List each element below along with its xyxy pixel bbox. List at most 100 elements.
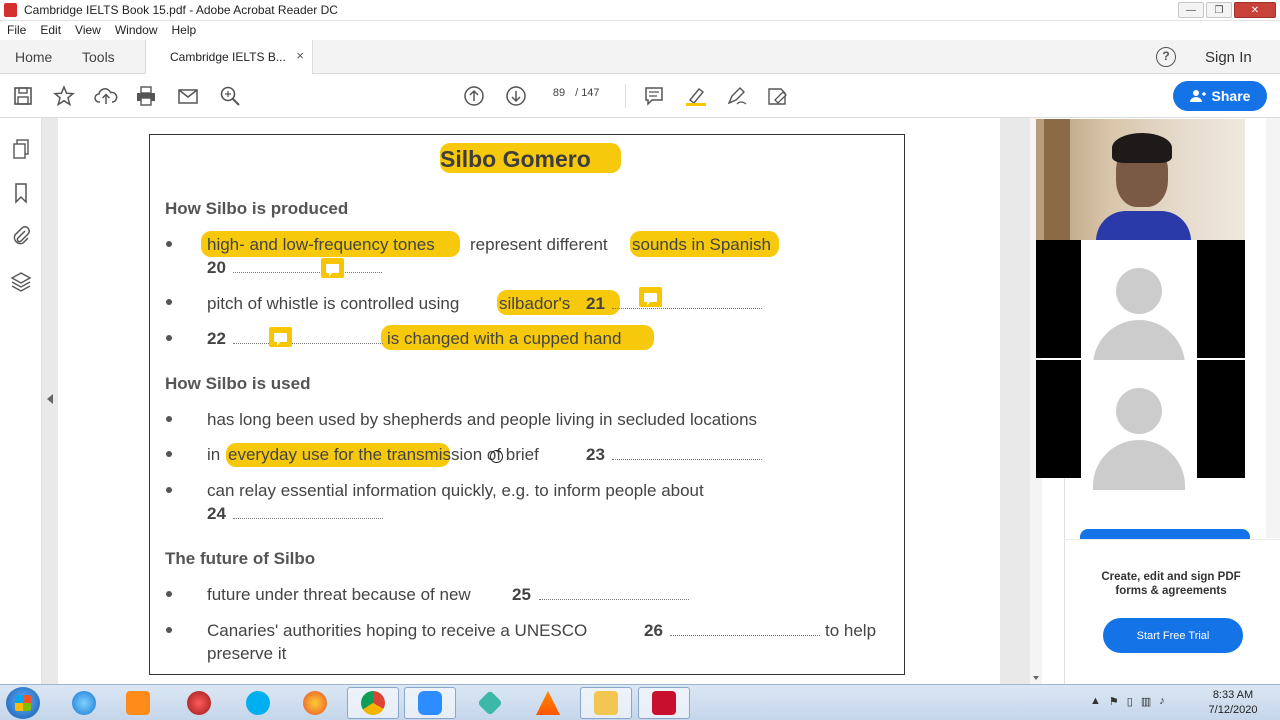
save-icon[interactable] (11, 84, 35, 108)
line-6-part-a: can relay essential information quickly,… (207, 481, 704, 500)
webcam-video-tile (1036, 119, 1245, 240)
document-title: Silbo Gomero (440, 146, 591, 172)
taskbar: ▲ ⚑ ▯ ▥ ♪ 8:33 AM 7/12/2020 (0, 684, 1280, 720)
tray-arrow-icon[interactable]: ▲ (1090, 695, 1101, 708)
tray-battery-icon[interactable]: ▯ (1127, 695, 1133, 708)
right-panel-scrollbar[interactable] (1266, 118, 1280, 538)
menu-help[interactable]: Help (165, 21, 204, 40)
gap-number-20: 20 (207, 258, 226, 277)
firefox-icon[interactable] (289, 687, 341, 719)
bullet-icon (166, 299, 172, 305)
answer-blank-22[interactable] (233, 343, 383, 344)
close-window-button[interactable]: ✕ (1234, 2, 1276, 18)
page-number-input[interactable]: 89 (546, 87, 572, 99)
app-icon[interactable] (464, 687, 516, 719)
page-thumbnails-icon[interactable] (10, 138, 32, 160)
search-icon[interactable] (218, 84, 242, 108)
tab-tools[interactable]: Tools (82, 49, 115, 65)
system-clock[interactable]: 8:33 AM 7/12/2020 (1200, 688, 1266, 718)
toolbar: 89 / 147 (0, 74, 1280, 118)
collapse-panel-arrow-icon[interactable] (47, 394, 53, 404)
layers-icon[interactable] (10, 270, 32, 292)
share-button[interactable]: Share (1173, 81, 1267, 111)
minimize-button[interactable]: — (1178, 2, 1204, 18)
line-2-part-a: pitch of whistle is controlled using (207, 294, 460, 313)
toolbar-divider (625, 84, 626, 108)
share-label: Share (1211, 88, 1251, 104)
acrobat-reader-icon[interactable] (638, 687, 690, 719)
participant-video-tile (1036, 360, 1245, 490)
bullet-icon (166, 241, 172, 247)
answer-blank-24[interactable] (233, 518, 383, 519)
page-total: 147 (581, 87, 600, 99)
busy-cursor-icon (490, 450, 503, 463)
answer-blank-20[interactable] (233, 272, 382, 273)
bullet-icon (166, 487, 172, 493)
line-1-part-c: sounds in Spanish (632, 235, 771, 254)
tab-document[interactable]: Cambridge IELTS B... × (145, 40, 313, 74)
highlight-icon[interactable] (684, 84, 708, 108)
start-button[interactable] (6, 687, 40, 719)
recorder-icon[interactable] (173, 687, 225, 719)
start-free-trial-button[interactable]: Start Free Trial (1103, 618, 1243, 653)
help-icon[interactable]: ? (1156, 47, 1176, 67)
upload-cloud-icon[interactable] (94, 84, 118, 108)
gap-number-21: 21 (586, 294, 605, 313)
skype-icon[interactable] (232, 687, 284, 719)
sign-in-button[interactable]: Sign In (1205, 49, 1252, 66)
sticky-note-icon[interactable] (321, 258, 344, 278)
line-3-part-b: is changed with a cupped hand (387, 329, 622, 348)
close-tab-icon[interactable]: × (296, 48, 304, 63)
user-add-icon (1189, 90, 1206, 102)
answer-blank-26[interactable] (670, 635, 820, 636)
tab-document-label: Cambridge IELTS B... (170, 50, 286, 64)
answer-blank-21[interactable] (612, 308, 762, 309)
previous-page-icon[interactable] (462, 84, 486, 108)
attachments-icon[interactable] (10, 225, 32, 247)
tab-home[interactable]: Home (15, 49, 52, 65)
line-5-part-a: in (207, 445, 221, 464)
maximize-button[interactable]: ❐ (1206, 2, 1232, 18)
bookmarks-icon[interactable] (10, 182, 32, 204)
next-page-icon[interactable] (504, 84, 528, 108)
file-explorer-icon[interactable] (580, 687, 632, 719)
bullet-icon (166, 416, 172, 422)
participant-video-tile (1036, 240, 1245, 370)
scroll-down-arrow-icon[interactable] (1033, 676, 1039, 680)
sticky-note-icon[interactable] (269, 327, 292, 347)
menu-edit[interactable]: Edit (33, 21, 68, 40)
zoom-icon[interactable] (404, 687, 456, 719)
clock-time: 8:33 AM (1212, 689, 1254, 701)
line-8-part-d: preserve it (207, 644, 287, 663)
tool-button-partial[interactable] (1080, 529, 1250, 539)
title-bar: Cambridge IELTS Book 15.pdf - Adobe Acro… (0, 0, 1280, 21)
fill-sign-icon[interactable] (766, 84, 790, 108)
window-controls: — ❐ ✕ (1178, 2, 1276, 18)
bullet-icon (166, 591, 172, 597)
tray-flag-icon[interactable]: ⚑ (1109, 695, 1119, 708)
menu-window[interactable]: Window (108, 21, 165, 40)
menu-view[interactable]: View (68, 21, 108, 40)
bookmark-star-icon[interactable] (52, 84, 76, 108)
vlc-icon[interactable] (522, 687, 574, 719)
media-player-icon[interactable] (112, 687, 164, 719)
panel-divider (1064, 539, 1280, 540)
answer-blank-23[interactable] (612, 459, 762, 460)
chrome-icon[interactable] (347, 687, 399, 719)
draw-icon[interactable] (725, 84, 749, 108)
email-icon[interactable] (176, 84, 200, 108)
gap-number-22: 22 (207, 329, 226, 348)
answer-blank-25[interactable] (539, 599, 689, 600)
internet-explorer-icon[interactable] (58, 687, 110, 719)
gap-number-23: 23 (586, 445, 605, 464)
menu-file[interactable]: File (0, 21, 33, 40)
comment-icon[interactable] (642, 84, 666, 108)
line-4: has long been used by shepherds and peop… (207, 410, 758, 429)
gap-number-25: 25 (512, 585, 531, 604)
line-1-part-b: represent different (470, 235, 608, 254)
sticky-note-icon[interactable] (639, 287, 662, 307)
avatar-body (1093, 440, 1185, 490)
tray-network-icon[interactable]: ▥ (1141, 695, 1151, 708)
print-icon[interactable] (134, 84, 158, 108)
tray-volume-icon[interactable]: ♪ (1159, 695, 1165, 708)
